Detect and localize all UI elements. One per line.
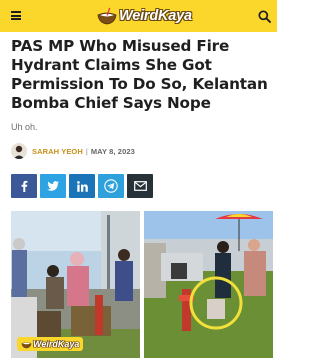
article-headline: PAS MP Who Misused Fire Hydrant Claims S… — [11, 37, 268, 112]
hero-photo-collage — [11, 211, 273, 358]
hamburger-menu-icon[interactable] — [11, 11, 21, 20]
author-byline: SARAH YEOH | MAY 8, 2023 — [11, 143, 135, 159]
search-icon[interactable] — [258, 10, 271, 23]
mail-icon — [133, 181, 147, 191]
share-buttons — [11, 174, 156, 198]
publish-date: MAY 8, 2023 — [90, 146, 135, 156]
telegram-icon — [104, 179, 118, 193]
site-logo[interactable]: WeirdKaya — [97, 6, 192, 26]
facebook-icon — [21, 180, 28, 192]
logo-text: WeirdKaya — [119, 8, 192, 24]
coconut-logo-icon — [97, 7, 117, 25]
top-navbar: WeirdKaya — [0, 0, 277, 32]
facebook-share-button[interactable] — [11, 174, 37, 198]
email-share-button[interactable] — [127, 174, 153, 198]
hero-image[interactable]: WeirdKaya — [11, 211, 273, 358]
twitter-share-button[interactable] — [40, 174, 66, 198]
telegram-share-button[interactable] — [98, 174, 124, 198]
byline-separator: | — [85, 146, 88, 156]
coconut-watermark-icon — [21, 342, 32, 349]
author-name-link[interactable]: SARAH YEOH — [32, 147, 83, 156]
watermark-text: WeirdKaya — [33, 339, 80, 349]
twitter-icon — [47, 181, 59, 191]
weirdkaya-watermark: WeirdKaya — [17, 337, 84, 351]
author-avatar[interactable] — [11, 143, 27, 159]
avatar-image — [11, 143, 27, 159]
linkedin-icon — [76, 180, 88, 192]
linkedin-share-button[interactable] — [69, 174, 95, 198]
article-subtitle: Uh oh. — [11, 122, 38, 132]
